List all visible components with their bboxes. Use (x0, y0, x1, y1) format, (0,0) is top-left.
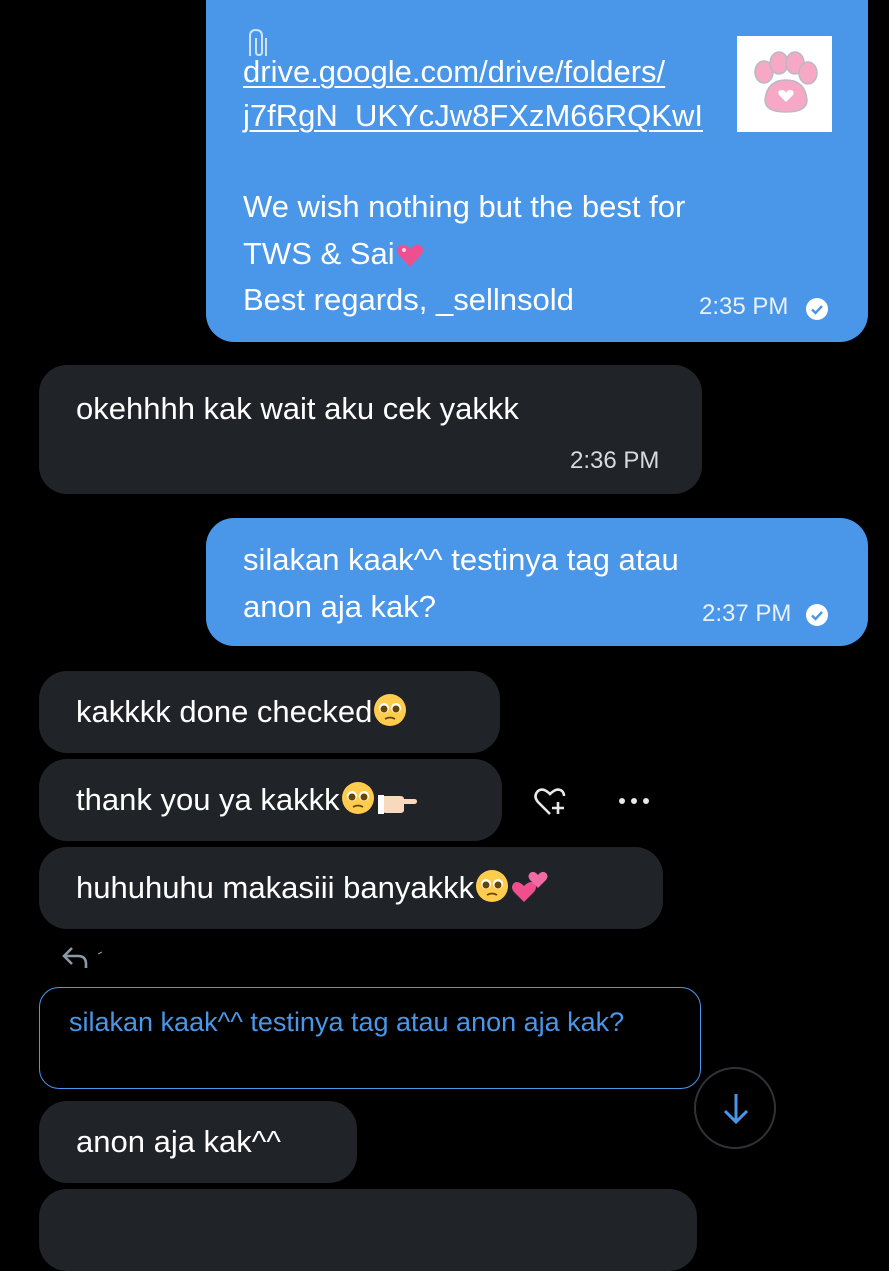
message-text: We wish nothing but the best for (243, 189, 686, 224)
message-text-inline: TWS & Sai (243, 236, 395, 271)
scroll-to-bottom-button[interactable] (694, 1067, 776, 1149)
more-dots-icon[interactable] (617, 795, 651, 807)
check-circle-icon (806, 298, 828, 320)
message-text-inline: thank you ya kakkk (76, 782, 340, 817)
message-text: TWS & Sai (243, 234, 425, 274)
message-text: okehhhh kak wait aku cek yakkk (76, 391, 519, 426)
sent-message-link[interactable]: drive.google.com/drive/folders/ j7fRgN_U… (206, 0, 868, 342)
message-text: thank you ya kakkk (76, 780, 418, 820)
two-hearts-emoji (512, 871, 548, 902)
quoted-message-text: silakan kaak^^ testinya tag atau anon aj… (69, 1007, 625, 1037)
received-message[interactable]: okehhhh kak wait aku cek yakkk 2:36 PM (39, 365, 702, 494)
sent-message[interactable]: silakan kaak^^ testinya tag atau anon aj… (206, 518, 868, 646)
message-text: silakan kaak^^ testinya tag atau (243, 542, 679, 577)
received-message-partial[interactable] (39, 1189, 697, 1271)
message-text-inline: kakkkk done checked (76, 694, 373, 729)
message-timestamp: 2:35 PM (699, 293, 789, 320)
drive-link-line1[interactable]: drive.google.com/drive/folders/ (243, 52, 665, 92)
drive-link-line2[interactable]: j7fRgN_UKYcJw8FXzM66RQKwI (243, 96, 703, 136)
received-message[interactable]: kakkkk done checked (39, 671, 500, 753)
sparkling-heart-emoji (396, 244, 423, 267)
cat-paw-icon (754, 51, 818, 113)
message-timestamp: 2:36 PM (570, 447, 660, 474)
message-text: kakkkk done checked (76, 692, 408, 732)
check-circle-icon (806, 604, 828, 626)
pleading-face-emoji (374, 694, 407, 726)
quoted-message[interactable]: silakan kaak^^ testinya tag atau anon aj… (39, 987, 701, 1089)
message-text: anon aja kak^^ (76, 1124, 281, 1159)
link-preview-thumbnail[interactable] (737, 36, 832, 132)
pleading-face-emoji (476, 870, 509, 902)
arrow-down-icon (723, 1094, 749, 1125)
received-message[interactable]: anon aja kak^^ (39, 1101, 357, 1183)
message-text-inline: huhuhuhu makasiii banyakkk (76, 870, 475, 905)
reply-arrow-icon (62, 947, 103, 968)
message-text: Best regards, _sellnsold (243, 282, 574, 317)
received-message[interactable]: thank you ya kakkk (39, 759, 502, 841)
heart-plus-icon[interactable] (532, 786, 568, 818)
pleading-face-emoji (341, 782, 374, 814)
message-text: anon aja kak? (243, 589, 437, 624)
pointing-hand-emoji (377, 795, 417, 814)
message-text: huhuhuhu makasiii banyakkk (76, 868, 550, 908)
received-message[interactable]: huhuhuhu makasiii banyakkk (39, 847, 663, 929)
message-timestamp: 2:37 PM (702, 600, 792, 627)
